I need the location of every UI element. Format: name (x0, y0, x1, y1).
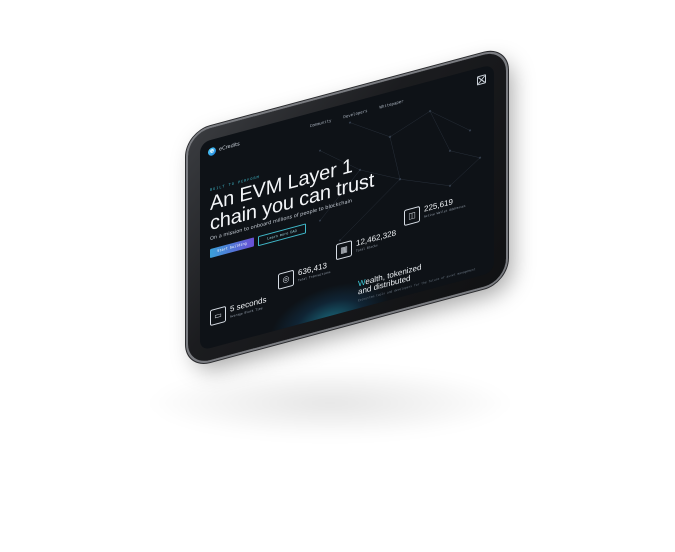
tablet-screen: e eCredits Community Developers Whitepap… (200, 64, 494, 351)
logo-mark-icon: e (208, 146, 216, 157)
logo-text: eCredits (219, 141, 240, 153)
wallet-icon: ◫ (404, 205, 420, 227)
nav-link-community[interactable]: Community (310, 117, 332, 128)
tablet-device: e eCredits Community Developers Whitepap… (188, 48, 506, 367)
blocks-icon: ▦ (336, 240, 352, 261)
expand-icon[interactable] (477, 73, 486, 86)
floor-shadow (150, 368, 510, 438)
